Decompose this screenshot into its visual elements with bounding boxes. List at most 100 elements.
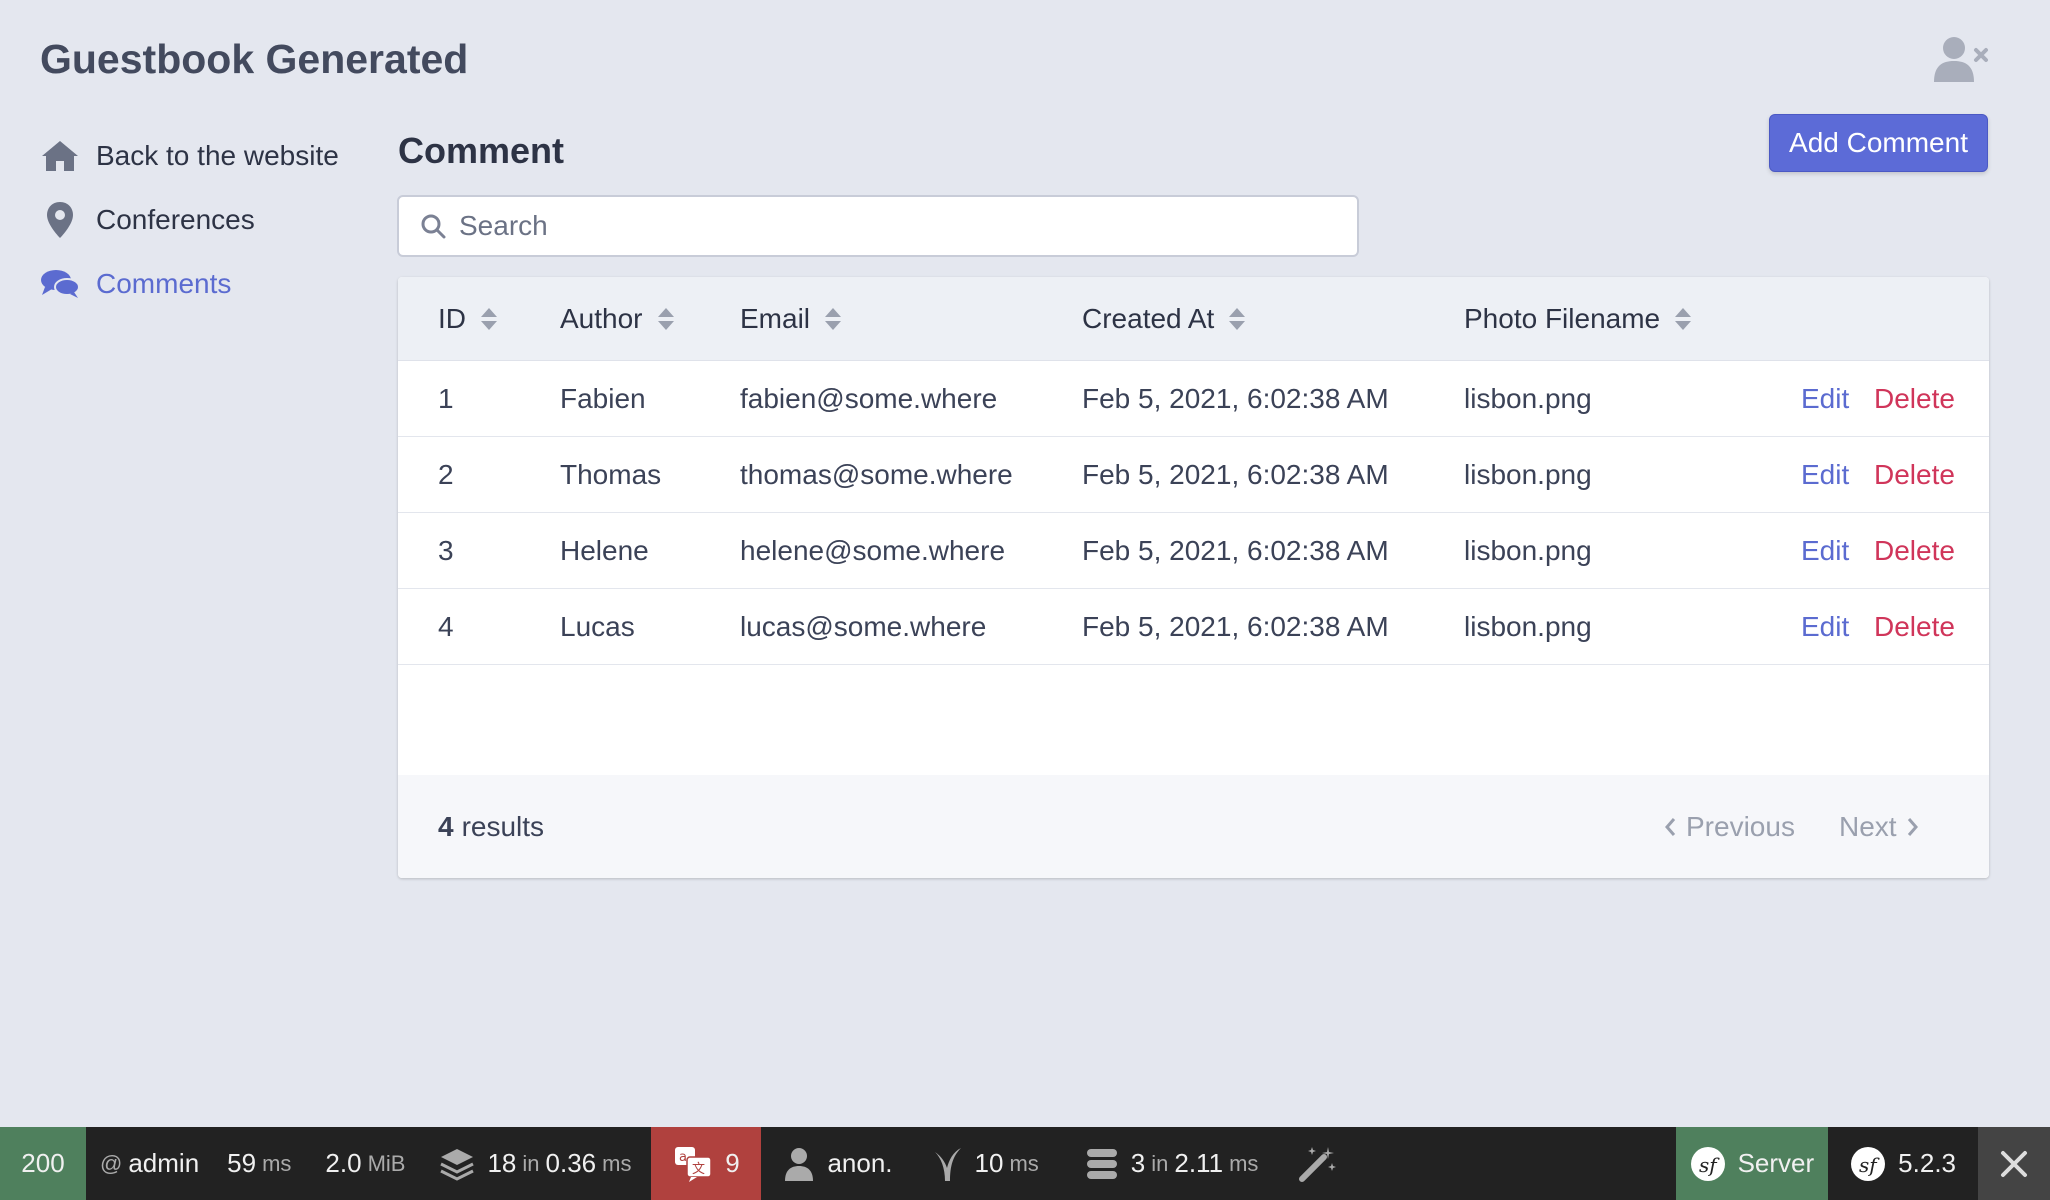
comments-icon [40,264,80,304]
column-header-author[interactable]: Author [560,277,675,361]
memory-value: 2.0 [325,1148,362,1178]
results-count: 4 results [438,775,544,878]
sidebar-menu: Back to the website Conferences Comments [40,124,380,316]
app-title[interactable]: Guestbook Generated [40,36,468,83]
route-name: admin [128,1148,200,1178]
cell-email: fabien@some.where [740,383,998,414]
edit-link[interactable]: Edit [1801,437,1849,513]
toolbar-status-code[interactable]: 200 [0,1127,86,1200]
next-page-button[interactable]: Next [1839,775,1929,878]
toolbar-memory[interactable]: 2.0 MiB [311,1127,425,1200]
column-header-photo-filename[interactable]: Photo Filename [1464,277,1692,361]
symfony-version: 5.2.3 [1898,1148,1956,1178]
results-number: 4 [438,810,454,842]
delete-link[interactable]: Delete [1874,513,1955,589]
cell-id: 2 [438,459,454,490]
user-times-icon [1934,37,1988,82]
user-menu-button[interactable] [1932,34,1992,86]
toolbar-twig[interactable]: 10 ms [907,1127,1059,1200]
results-label: results [461,810,545,842]
twig-unit: ms [1009,1150,1039,1176]
db-unit: ms [1229,1150,1259,1176]
forms-in: in [522,1150,540,1176]
chevron-right-icon [1907,817,1918,836]
cell-created-at: Feb 5, 2021, 6:02:38 AM [1082,535,1389,566]
cell-email: thomas@some.where [740,459,1013,490]
toolbar-route[interactable]: @ admin [86,1127,213,1200]
cell-id: 3 [438,535,454,566]
user-icon [783,1146,815,1182]
home-icon [40,136,80,176]
table-row: 1 Fabien fabien@some.where Feb 5, 2021, … [398,361,1989,437]
delete-link[interactable]: Delete [1874,589,1955,665]
column-header-email[interactable]: Email [740,277,842,361]
sort-icon [480,307,498,331]
at-symbol: @ [100,1150,123,1176]
toolbar-close-button[interactable] [1978,1127,2050,1200]
cell-photo-filename: lisbon.png [1464,611,1592,642]
magic-wand-icon [1298,1145,1338,1183]
forms-unit: ms [602,1150,632,1176]
table-row: 3 Helene helene@some.where Feb 5, 2021, … [398,513,1989,589]
sidebar-item-label: Comments [96,268,232,299]
add-comment-button[interactable]: Add Comment [1769,114,1988,172]
edit-link[interactable]: Edit [1801,513,1849,589]
toolbar-symfony-version[interactable]: sf 5.2.3 [1828,1127,1978,1200]
symfony-logo-icon: sf [1850,1146,1886,1182]
table-footer: 4 results Previous Next [398,775,1989,878]
delete-link[interactable]: Delete [1874,361,1955,437]
toolbar-server[interactable]: sf Server [1675,1127,1829,1200]
server-label: Server [1737,1148,1815,1178]
sort-icon [824,307,842,331]
previous-page-button[interactable]: Previous [1654,775,1795,878]
toolbar-database[interactable]: 3 in 2.11 ms [1059,1127,1279,1200]
cell-photo-filename: lisbon.png [1464,535,1592,566]
search-box [397,195,1359,257]
column-header-id[interactable]: ID [438,277,498,361]
cell-id: 4 [438,611,454,642]
cell-author: Lucas [560,611,635,642]
sidebar-item-conferences[interactable]: Conferences [40,188,380,252]
cell-author: Fabien [560,383,646,414]
toolbar-forms[interactable]: 18 in 0.36 ms [425,1127,651,1200]
toolbar-security[interactable]: anon. [761,1127,906,1200]
cell-photo-filename: lisbon.png [1464,459,1592,490]
edit-link[interactable]: Edit [1801,361,1849,437]
table-row: 4 Lucas lucas@some.where Feb 5, 2021, 6:… [398,589,1989,665]
previous-label: Previous [1686,810,1795,842]
column-header-label: Created At [1082,303,1215,334]
cell-created-at: Feb 5, 2021, 6:02:38 AM [1082,611,1389,642]
debug-toolbar: 200 @ admin 59 ms 2.0 MiB 18 in 0.36 ms … [0,1127,2050,1200]
sort-icon [657,307,675,331]
column-header-label: Author [560,303,643,334]
delete-link[interactable]: Delete [1874,437,1955,513]
chevron-left-icon [1665,817,1676,836]
table-header: ID Author Email Created At Photo Filenam… [398,277,1989,361]
close-icon [2001,1150,2027,1177]
svg-text:a: a [679,1150,687,1165]
cell-email: lucas@some.where [740,611,987,642]
toolbar-time[interactable]: 59 ms [213,1127,311,1200]
time-unit: ms [262,1150,292,1176]
edit-link[interactable]: Edit [1801,589,1849,665]
toolbar-translation[interactable]: a 文 9 [651,1127,762,1200]
comments-table: ID Author Email Created At Photo Filenam… [398,277,1989,878]
column-header-label: Email [740,303,811,334]
toolbar-maker[interactable] [1278,1127,1364,1200]
translation-icon: a 文 [673,1145,713,1183]
layers-icon [439,1147,475,1181]
memory-unit: MiB [367,1150,406,1176]
db-count: 3 [1130,1148,1146,1178]
search-input[interactable] [459,197,1357,255]
translation-count: 9 [725,1148,740,1178]
map-marker-icon [40,200,80,240]
table-row: 2 Thomas thomas@some.where Feb 5, 2021, … [398,437,1989,513]
forms-time: 0.36 [545,1148,597,1178]
sidebar-item-back-to-website[interactable]: Back to the website [40,124,380,188]
column-header-created-at[interactable]: Created At [1082,277,1246,361]
cell-created-at: Feb 5, 2021, 6:02:38 AM [1082,383,1389,414]
cell-author: Thomas [560,459,662,490]
sort-icon [1228,307,1246,331]
sidebar-item-comments[interactable]: Comments [40,252,380,316]
symfony-logo-icon: sf [1690,1146,1726,1182]
